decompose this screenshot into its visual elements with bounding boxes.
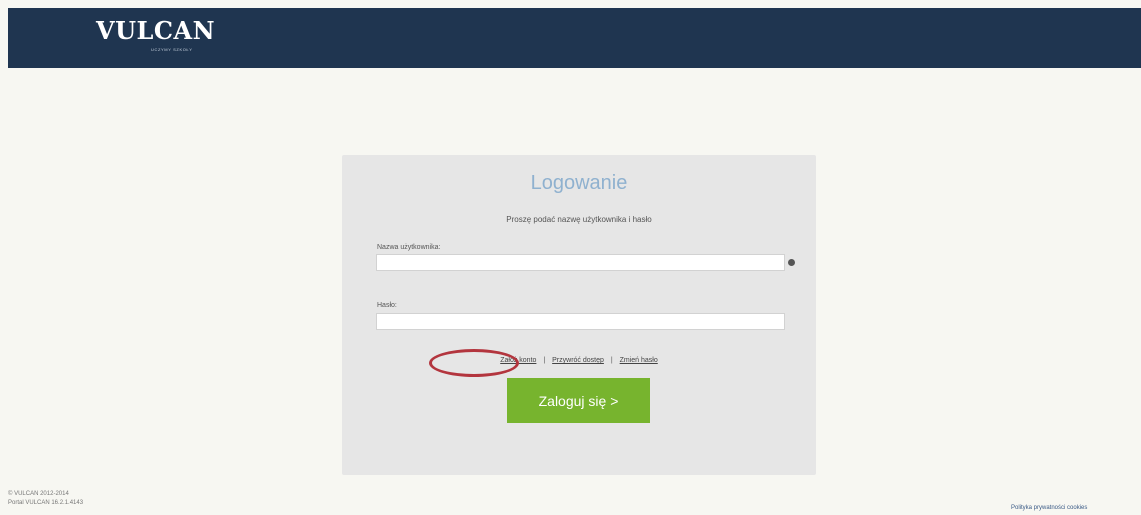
login-title: Logowanie [530,172,628,194]
info-icon[interactable] [788,259,795,266]
account-links: Załóż konto | Przywróć dostęp | Zmień ha… [342,357,816,364]
password-label: Hasło: [377,302,397,309]
footer-info: © VULCAN 2012-2014 Portal VULCAN 16.2.1.… [8,490,83,508]
create-account-link[interactable]: Załóż konto [500,357,536,364]
login-panel: Logowanie Proszę podać nazwę użytkownika… [342,155,816,475]
version-text: Portal VULCAN 16.2.1.4143 [8,500,84,506]
login-subtitle: Proszę podać nazwę użytkownika i hasło [506,215,652,224]
restore-access-link[interactable]: Przywróć dostęp [552,357,604,364]
privacy-policy-link[interactable]: Polityka prywatności cookies [1011,505,1087,511]
username-label: Nazwa użytkownika: [377,244,441,251]
logo-subtext: UCZYMY SZKOŁY [151,47,193,52]
link-separator: | [610,357,613,364]
vulcan-logo[interactable]: VULCAN [96,16,215,45]
login-button[interactable]: Zaloguj się > [507,378,650,423]
username-input[interactable] [376,254,785,271]
change-password-link[interactable]: Zmień hasło [620,357,658,364]
link-separator: | [543,357,546,364]
password-input[interactable] [376,313,785,330]
copyright-text: © VULCAN 2012-2014 [8,491,69,497]
top-header: VULCAN UCZYMY SZKOŁY [8,8,1141,68]
